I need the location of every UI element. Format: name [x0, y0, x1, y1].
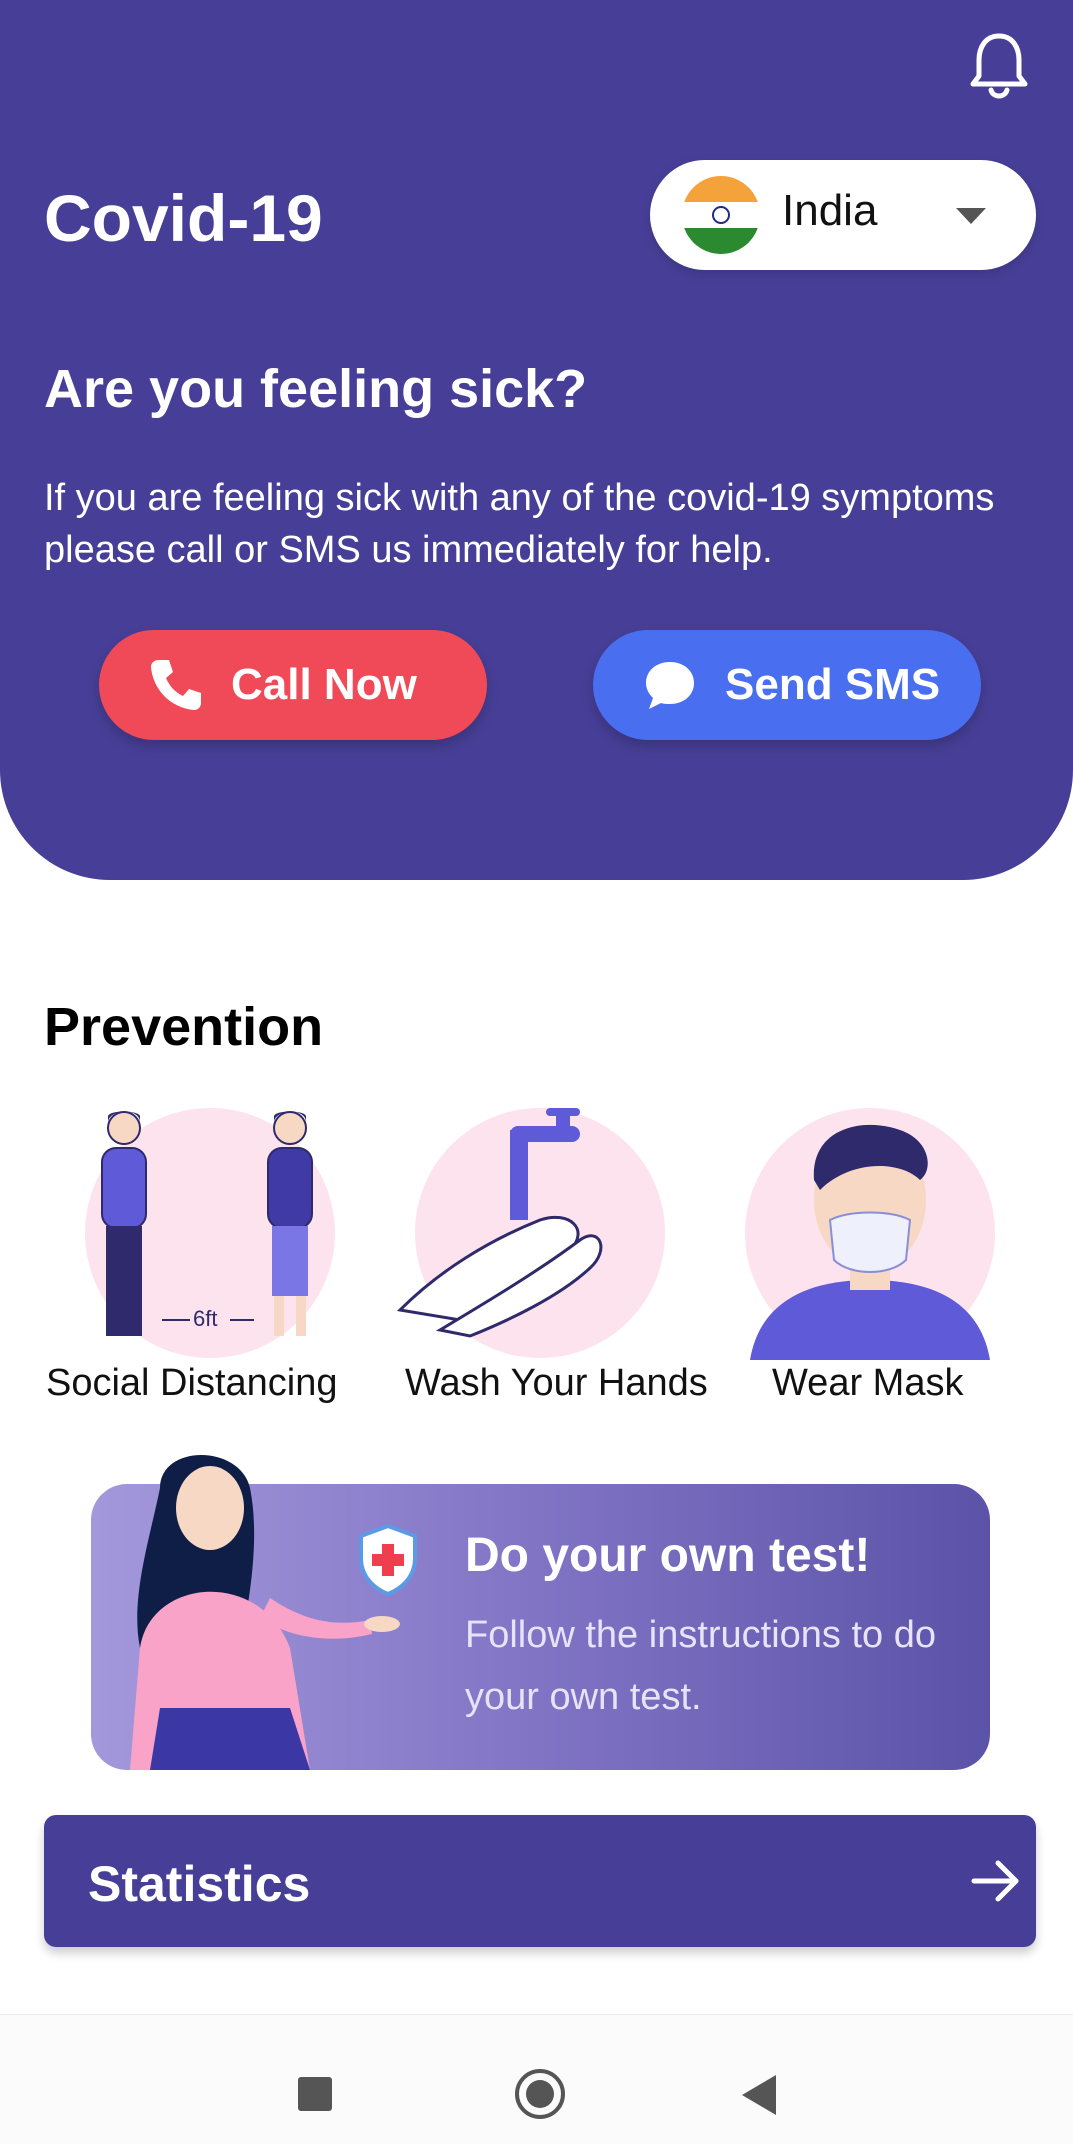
home-icon[interactable] — [515, 2069, 565, 2119]
prevention-title: Prevention — [44, 997, 324, 1057]
wash-hands-label: Wash Your Hands — [405, 1362, 708, 1404]
country-name: India — [782, 186, 878, 235]
india-flag-icon — [682, 176, 760, 254]
arrow-right-icon — [971, 1860, 1019, 1902]
recent-apps-icon[interactable] — [298, 2077, 332, 2111]
distance-label: 6ft — [193, 1306, 218, 1331]
sick-description: If you are feeling sick with any of the … — [44, 477, 995, 571]
send-sms-button[interactable]: Send SMS — [593, 630, 981, 740]
phone-icon — [151, 660, 201, 710]
social-distancing-label: Social Distancing — [46, 1362, 338, 1404]
call-now-label: Call Now — [231, 660, 417, 709]
send-sms-label: Send SMS — [725, 660, 941, 709]
medical-shield-icon — [359, 1523, 417, 1597]
app-title: Covid-19 — [44, 181, 323, 255]
hero-panel: Covid-19 India Are you feeling sick? If … — [0, 0, 1073, 880]
back-icon[interactable] — [742, 2075, 776, 2115]
chat-bubble-icon — [646, 662, 694, 709]
own-test-title: Do your own test! — [465, 1529, 871, 1582]
statistics-button[interactable]: Statistics — [44, 1815, 1036, 1947]
wear-mask-label: Wear Mask — [772, 1362, 964, 1404]
woman-illustration — [130, 1455, 400, 1770]
statistics-label: Statistics — [88, 1856, 311, 1912]
chevron-down-icon — [956, 208, 986, 224]
sick-question-heading: Are you feeling sick? — [44, 359, 588, 419]
call-now-button[interactable]: Call Now — [99, 630, 487, 740]
country-selector[interactable]: India — [650, 160, 1036, 270]
own-test-subtitle: Follow the instructions to do your own t… — [465, 1614, 937, 1718]
bell-icon[interactable] — [967, 30, 1031, 102]
system-navigation-bar — [0, 2014, 1073, 2144]
